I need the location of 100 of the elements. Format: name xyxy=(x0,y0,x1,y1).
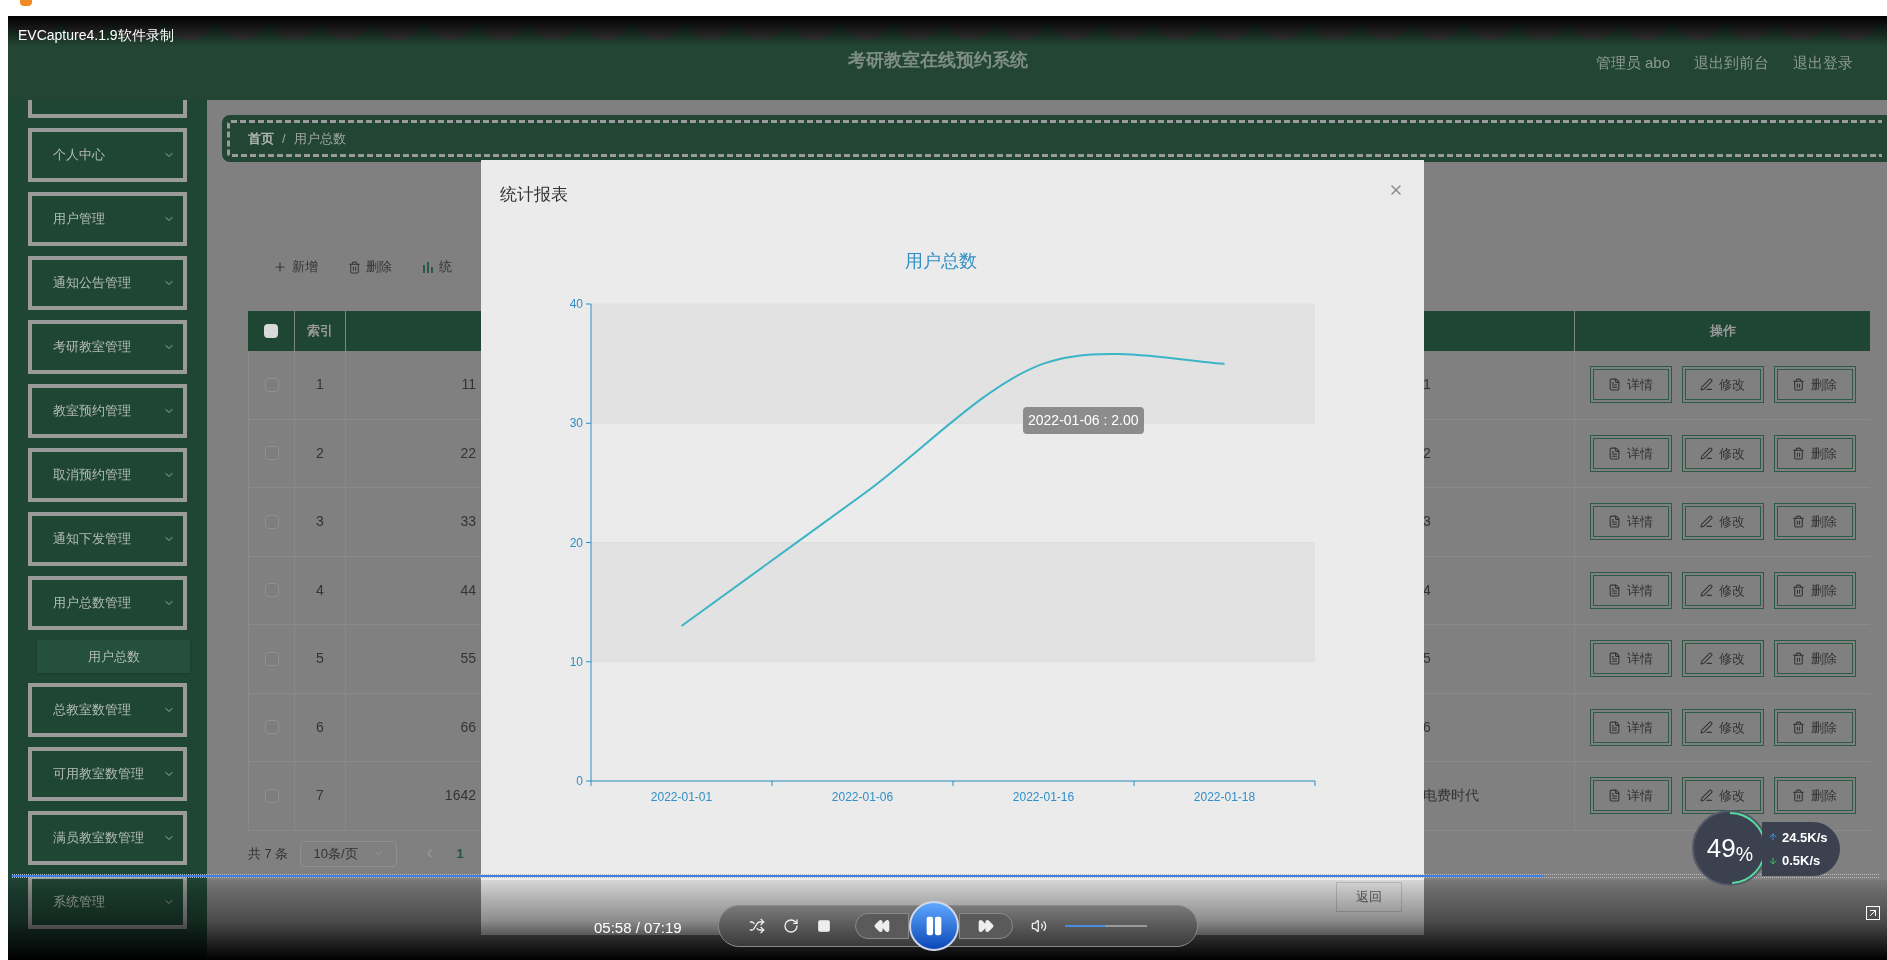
row-action-button[interactable]: 删除 xyxy=(1773,366,1856,404)
system-title: 考研教室在线预约系统 xyxy=(847,48,1028,72)
rewind-icon xyxy=(874,918,890,934)
table-cell-text: 1 xyxy=(316,375,324,395)
table-cell-text: 5 xyxy=(1423,649,1431,669)
column-heading: 操作 xyxy=(1709,322,1736,341)
pen-icon xyxy=(1700,789,1713,803)
row-action-button[interactable]: 修改 xyxy=(1681,571,1764,609)
sidebar-menu-item[interactable]: 可用教室数管理 xyxy=(28,747,187,801)
progress-track[interactable] xyxy=(12,874,1879,878)
trash-icon xyxy=(1792,583,1805,597)
header-link[interactable]: 退出登录 xyxy=(1793,52,1853,75)
row-action-button[interactable]: 修改 xyxy=(1681,640,1764,678)
table-cell-text: 66 xyxy=(460,717,476,737)
download-arrow-icon xyxy=(1768,855,1778,866)
row-action-button[interactable]: 删除 xyxy=(1773,640,1856,678)
row-action-button[interactable]: 详情 xyxy=(1589,640,1672,678)
row-action-button[interactable]: 详情 xyxy=(1589,503,1672,541)
trash-icon xyxy=(1792,515,1805,529)
table-cell-text: 7 xyxy=(316,786,324,806)
table-cell-text: 11 xyxy=(461,375,476,395)
play-pause-button[interactable] xyxy=(909,901,959,951)
y-tick-label: 10 xyxy=(569,654,583,669)
trash-icon xyxy=(1792,652,1805,666)
bar-chart-icon xyxy=(422,261,434,273)
table-cell-text: 2 xyxy=(1423,443,1431,463)
row-action-button[interactable]: 删除 xyxy=(1773,777,1856,815)
fast-forward-button[interactable] xyxy=(959,913,1013,939)
sidebar-submenu-item[interactable]: 用户总数 xyxy=(37,640,190,673)
row-action-button[interactable]: 修改 xyxy=(1681,503,1764,541)
sidebar-menu-item[interactable]: 教室预约管理 xyxy=(28,384,187,438)
breadcrumb-link[interactable]: 首页 xyxy=(248,128,274,149)
row-action-button[interactable]: 详情 xyxy=(1589,366,1672,404)
page-number[interactable]: 1 xyxy=(456,843,464,864)
row-action-button[interactable]: 修改 xyxy=(1681,708,1764,746)
row-action-button[interactable]: 详情 xyxy=(1589,571,1672,609)
pen-icon xyxy=(1700,583,1713,597)
breadcrumb-link[interactable]: 用户总数 xyxy=(293,128,346,149)
fast-forward-icon xyxy=(978,918,994,934)
dialog-title: 统计报表 xyxy=(500,184,568,206)
return-button[interactable]: 返回 xyxy=(1336,882,1402,912)
row-action-button[interactable]: 删除 xyxy=(1773,708,1856,746)
table-cell-text: 5 xyxy=(316,649,324,669)
sidebar-menu-item[interactable]: 满员教室数管理 xyxy=(28,811,187,865)
document-icon xyxy=(1608,446,1621,460)
x-tick-label: 2022-01-18 xyxy=(1193,790,1256,804)
sidebar-menu-item[interactable]: 通知下发管理 xyxy=(28,512,187,566)
y-tick-label: 0 xyxy=(576,774,583,788)
usage-reading: 49$_{%}$ xyxy=(1706,831,1754,868)
table-cell-text: 4 xyxy=(316,580,324,600)
sidebar-menu-item[interactable]: 总教室数管理 xyxy=(28,683,187,737)
column-heading: 索引 xyxy=(307,322,333,341)
header-link[interactable]: 管理员 abo xyxy=(1595,52,1670,75)
table-cell-text: 1 xyxy=(1423,375,1431,395)
table-cell-text: 44 xyxy=(460,580,476,600)
sidebar-menu-item[interactable]: 通知公告管理 xyxy=(28,256,187,310)
x-tick-label: 2022-01-16 xyxy=(1012,790,1075,804)
sidebar-menu-item[interactable]: 取消预约管理 xyxy=(28,448,187,502)
stop-icon[interactable] xyxy=(817,919,831,933)
table-cell-text: 2 xyxy=(316,443,324,463)
header-link[interactable]: 退出到前台 xyxy=(1694,52,1769,75)
row-action-button[interactable]: 删除 xyxy=(1773,434,1856,472)
toolbar-button[interactable]: 统 xyxy=(422,257,452,277)
toolbar-button[interactable]: 删除 xyxy=(348,257,392,277)
select-all-checkbox[interactable] xyxy=(264,324,278,338)
document-icon xyxy=(1608,720,1621,734)
document-icon xyxy=(1608,515,1621,529)
sidebar-menu-item[interactable]: 用户总数管理 xyxy=(28,576,187,630)
row-action-button[interactable]: 详情 xyxy=(1589,708,1672,746)
volume-icon[interactable] xyxy=(1031,918,1047,934)
trash-icon xyxy=(1792,378,1805,392)
expand-icon[interactable] xyxy=(1866,906,1880,920)
document-icon xyxy=(1608,652,1621,666)
row-action-button[interactable]: 详情 xyxy=(1589,777,1672,815)
sidebar-menu-item[interactable]: 考研教室管理 xyxy=(28,320,187,374)
row-action-button[interactable]: 删除 xyxy=(1773,571,1856,609)
row-action-button[interactable]: 删除 xyxy=(1773,503,1856,541)
y-tick-label: 30 xyxy=(569,416,583,431)
page-size-select[interactable]: 10条/页 xyxy=(300,840,398,867)
sidebar-menu-item[interactable]: 个人中心 xyxy=(28,128,187,182)
rewind-button[interactable] xyxy=(855,913,909,939)
repeat-icon[interactable] xyxy=(783,918,799,934)
sidebar-menu-item[interactable] xyxy=(28,100,187,118)
sidebar-menu-item[interactable]: 用户管理 xyxy=(28,192,187,246)
shuffle-icon[interactable] xyxy=(749,918,765,934)
row-action-button[interactable]: 修改 xyxy=(1681,366,1764,404)
table-cell-text: 电费时代 xyxy=(1423,786,1479,806)
row-action-button[interactable]: 修改 xyxy=(1681,434,1764,472)
upload-speed: 24.5K/s xyxy=(1782,828,1828,847)
breadcrumb-separator: / xyxy=(282,129,286,148)
playback-time: 05:58 / 07:19 xyxy=(594,918,682,938)
recorder-label: EVCapture4.1.9软件录制 xyxy=(18,26,174,45)
document-icon xyxy=(1608,789,1621,803)
table-cell-text: 4 xyxy=(1423,580,1431,600)
y-tick-label: 40 xyxy=(569,297,583,311)
download-speed: 0.5K/s xyxy=(1782,852,1821,870)
toolbar-button[interactable]: 新增 xyxy=(273,257,318,277)
y-tick-label: 20 xyxy=(569,535,583,550)
row-action-button[interactable]: 详情 xyxy=(1589,434,1672,472)
x-tick-label: 2022-01-06 xyxy=(831,790,894,804)
